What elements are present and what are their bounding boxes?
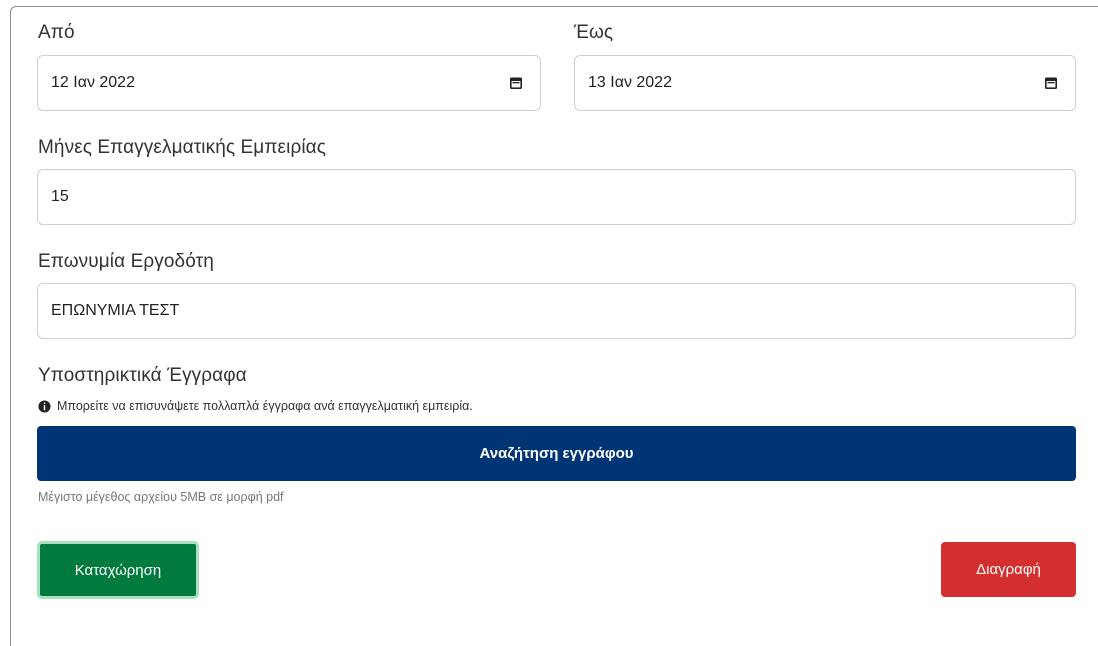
to-date-value: 13 Ιαν 2022 xyxy=(588,74,672,91)
to-date-input[interactable]: 13 Ιαν 2022 xyxy=(574,55,1076,111)
months-experience-value: 15 xyxy=(51,188,69,205)
info-circle-icon xyxy=(38,399,51,413)
delete-button[interactable]: Διαγραφή xyxy=(941,542,1076,597)
documents-info-text: Μπορείτε να επισυνάψετε πολλαπλά έγγραφα… xyxy=(57,399,473,413)
browse-document-button[interactable]: Αναζήτηση εγγράφου xyxy=(37,426,1076,481)
from-date-value: 12 Ιαν 2022 xyxy=(51,74,135,91)
file-size-hint: Μέγιστο μέγεθος αρχείου 5MB σε μορφή pdf xyxy=(38,490,284,504)
calendar-icon[interactable] xyxy=(1044,76,1058,90)
calendar-icon[interactable] xyxy=(509,76,523,90)
from-date-label: Από xyxy=(38,22,75,43)
save-button[interactable]: Καταχώρηση xyxy=(37,541,199,599)
months-experience-label: Μήνες Επαγγελματικής Εμπειρίας xyxy=(38,137,327,158)
employer-name-value: ΕΠΩΝΥΜΙΑ ΤΕΣΤ xyxy=(51,302,180,319)
supporting-documents-label: Υποστηρικτικά Έγγραφα xyxy=(38,365,247,386)
employer-name-input[interactable]: ΕΠΩΝΥΜΙΑ ΤΕΣΤ xyxy=(37,283,1076,339)
employer-name-label: Επωνυμία Εργοδότη xyxy=(38,251,214,272)
to-date-label: Έως xyxy=(574,22,614,43)
months-experience-input[interactable]: 15 xyxy=(37,169,1076,225)
documents-info: Μπορείτε να επισυνάψετε πολλαπλά έγγραφα… xyxy=(38,399,473,413)
from-date-input[interactable]: 12 Ιαν 2022 xyxy=(37,55,541,111)
